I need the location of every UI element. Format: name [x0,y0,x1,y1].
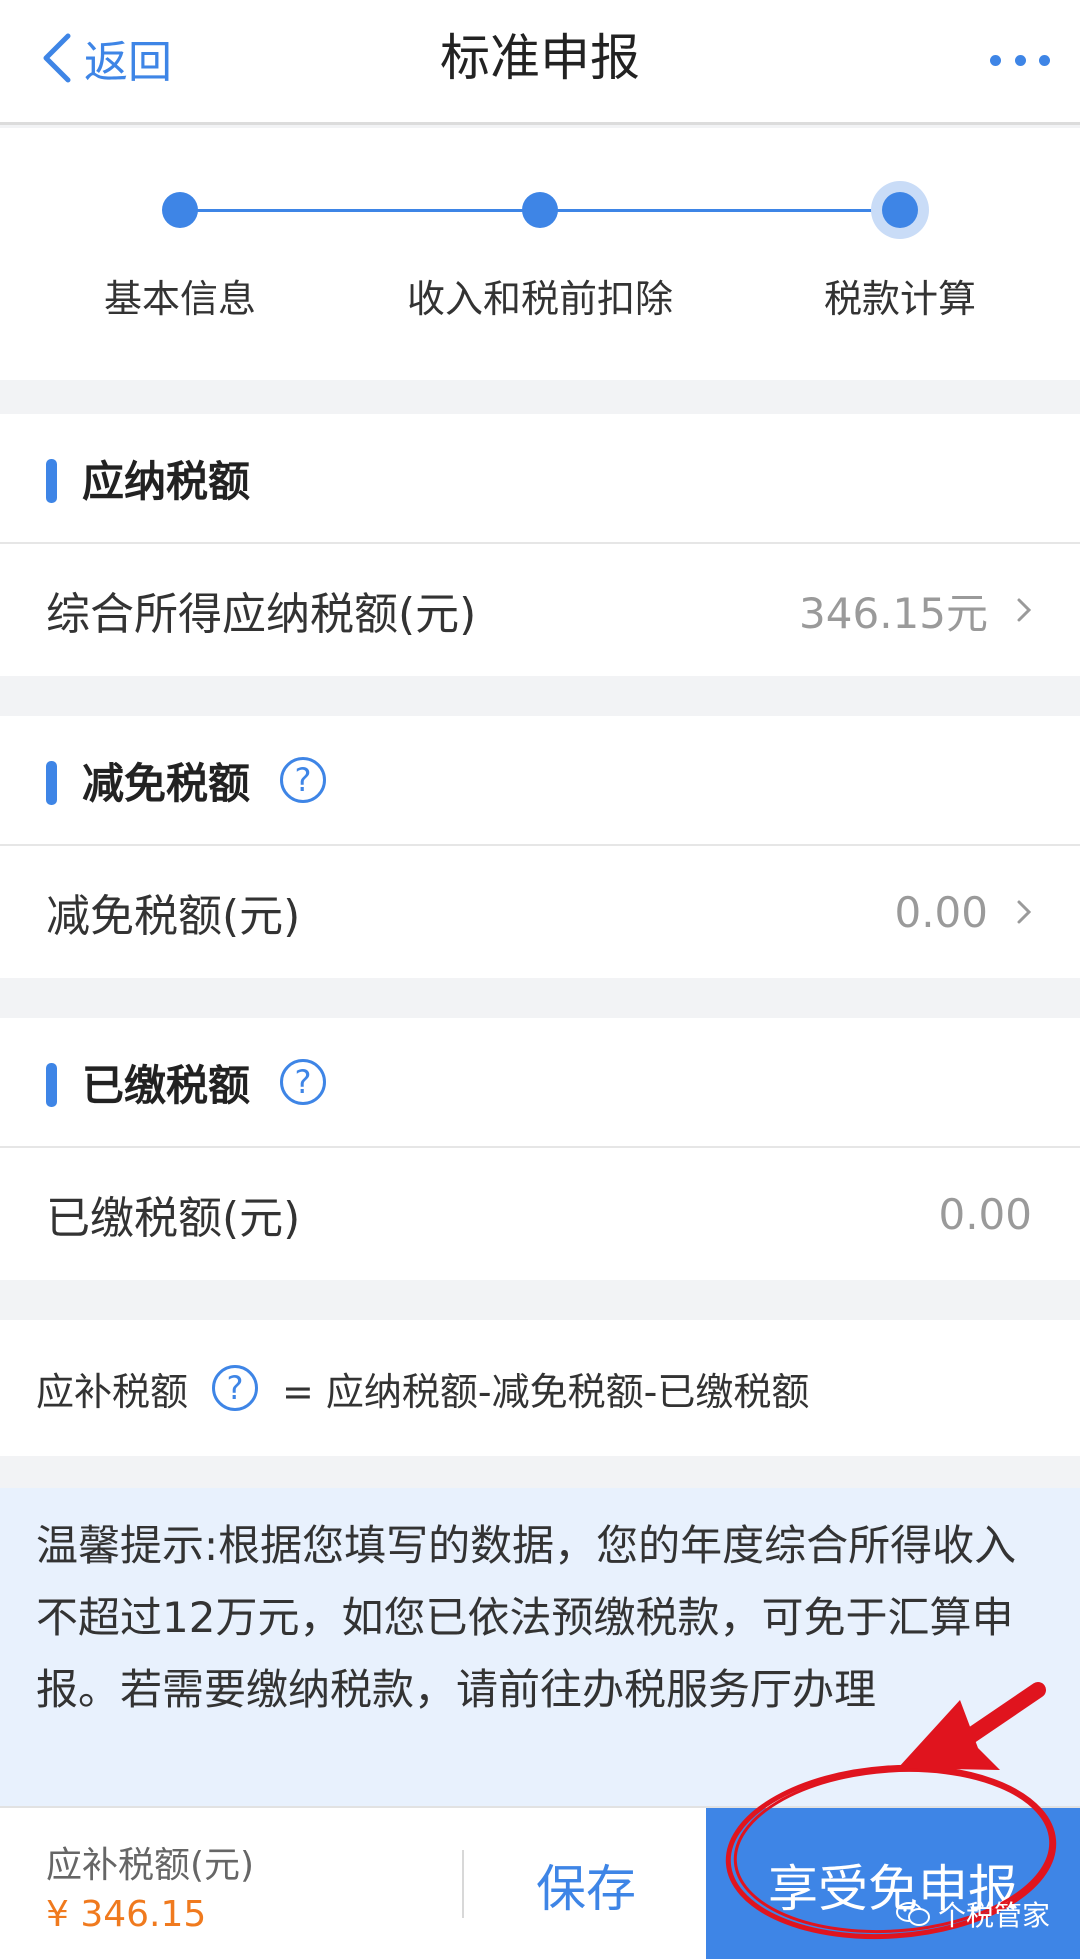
section-marker [46,459,57,503]
help-icon[interactable]: ? [280,757,327,803]
wechat-icon [895,1902,930,1926]
formula-text: = 应纳税额-减免税额-已缴税额 [282,1369,810,1414]
due-tax-label: 应补税额(元) [46,1845,255,1886]
formula-label: 应补税额 [36,1369,189,1414]
chevron-right-icon [1017,900,1032,924]
row-label: 综合所得应纳税额(元) [46,589,477,640]
step-label-income-deduction: 收入和税前扣除 [406,277,673,321]
row-label: 已缴税额(元) [46,1193,301,1244]
step-dot-1 [162,192,198,228]
watermark: 个税管家 [895,1894,1050,1934]
step-dot-3-active [871,181,929,239]
chevron-right-icon [1017,598,1032,622]
row-value: 0.00 [938,1189,1032,1239]
row-value: 346.15元 [799,588,988,638]
step-dot-2 [522,192,558,228]
row-value: 0.00 [894,887,988,937]
section-marker [46,761,57,805]
section-tax-paid: 已缴税额 ? 已缴税额(元) 0.00 [0,1018,1080,1280]
watermark-text: 个税管家 [937,1899,1050,1932]
save-button[interactable]: 保存 [464,1808,708,1959]
due-tax-amount: ¥ 346.15 [46,1894,207,1935]
step-label-basic-info: 基本信息 [103,277,256,321]
step-label-tax-calc: 税款计算 [823,277,976,321]
payable-tax-row[interactable]: 综合所得应纳税额(元) 346.15元 [0,544,1080,676]
exempt-declaration-button[interactable]: 享受免申报 [706,1808,1080,1959]
formula-row: 应补税额 ? = 应纳税额-减免税额-已缴税额 [0,1320,1080,1456]
bottom-bar: 应补税额(元) ¥ 346.15 保存 享受免申报 [0,1806,1080,1959]
tax-paid-row: 已缴税额(元) 0.00 [0,1148,1080,1280]
section-tax-relief: 减免税额 ? 减免税额(元) 0.00 [0,716,1080,978]
nav-bar: 返回 标准申报 [0,0,1080,125]
tip-box: 温馨提示:根据您填写的数据，您的年度综合所得收入不超过12万元，如您已依法预缴税… [0,1488,1080,1806]
help-icon[interactable]: ? [212,1365,259,1411]
help-icon[interactable]: ? [280,1059,327,1105]
section-title: 减免税额 [82,758,251,808]
progress-stepper: 基本信息 收入和税前扣除 税款计算 [0,128,1080,380]
section-payable-tax: 应纳税额 综合所得应纳税额(元) 346.15元 [0,414,1080,676]
section-title: 应纳税额 [82,456,251,506]
section-marker [46,1063,57,1107]
row-label: 减免税额(元) [46,891,301,942]
tip-text: 温馨提示:根据您填写的数据，您的年度综合所得收入不超过12万元，如您已依法预缴税… [36,1521,1017,1714]
tax-relief-row[interactable]: 减免税额(元) 0.00 [0,846,1080,978]
section-title: 已缴税额 [82,1060,251,1110]
more-icon[interactable] [990,40,1050,80]
page-title: 标准申报 [440,29,640,87]
